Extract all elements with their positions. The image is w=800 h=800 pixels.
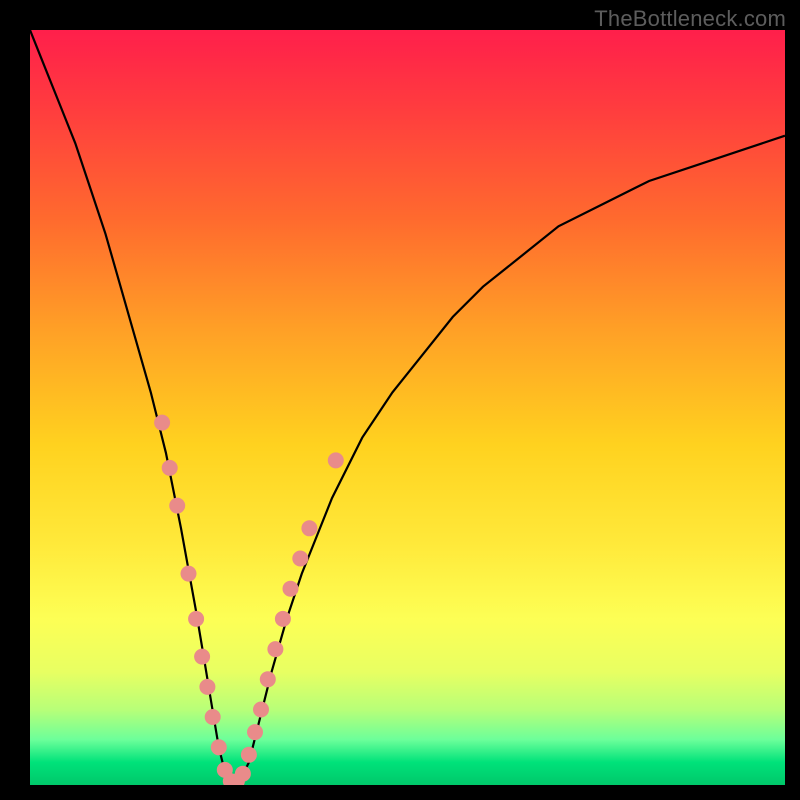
data-marker xyxy=(199,679,215,695)
bottleneck-curve xyxy=(30,30,785,785)
data-marker xyxy=(253,702,269,718)
data-marker xyxy=(241,747,257,763)
data-marker xyxy=(267,641,283,657)
data-marker xyxy=(292,551,308,567)
data-markers xyxy=(154,415,344,785)
data-marker xyxy=(235,766,251,782)
plot-area xyxy=(30,30,785,785)
chart-frame: TheBottleneck.com xyxy=(0,0,800,800)
chart-svg xyxy=(30,30,785,785)
data-marker xyxy=(283,581,299,597)
data-marker xyxy=(328,452,344,468)
data-marker xyxy=(275,611,291,627)
data-marker xyxy=(260,671,276,687)
data-marker xyxy=(247,724,263,740)
data-marker xyxy=(301,520,317,536)
data-marker xyxy=(181,566,197,582)
data-marker xyxy=(194,649,210,665)
data-marker xyxy=(188,611,204,627)
watermark-text: TheBottleneck.com xyxy=(594,6,786,32)
data-marker xyxy=(169,498,185,514)
data-marker xyxy=(154,415,170,431)
data-marker xyxy=(162,460,178,476)
data-marker xyxy=(205,709,221,725)
data-marker xyxy=(211,739,227,755)
